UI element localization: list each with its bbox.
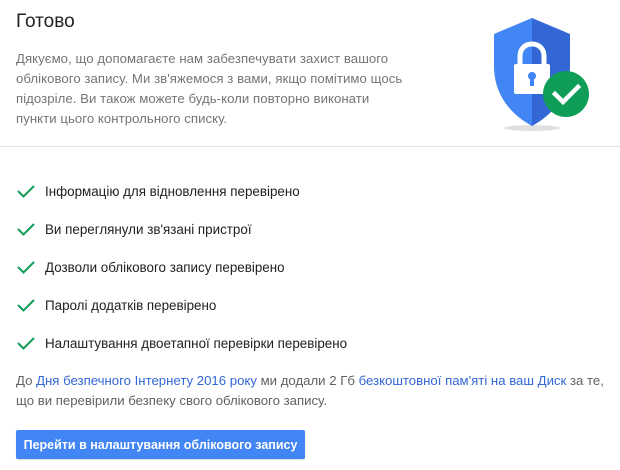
checklist-item-label: Паролі додатків перевірено [45,297,217,313]
check-icon [17,223,35,236]
list-item: Дозволи облікового запису перевірено [16,248,347,286]
security-checkup-complete-page: Готово Дякуємо, що допомагаєте нам забез… [0,0,620,470]
safer-internet-day-link[interactable]: Дня безпечного Інтернету 2016 року [36,373,257,388]
check-icon [17,337,35,350]
note-text: До [16,373,37,388]
list-item: Інформацію для відновлення перевірено [16,172,347,210]
checklist-item-label: Дозволи облікового запису перевірено [45,259,285,275]
check-icon [17,185,35,198]
list-item: Налаштування двоетапної перевірки переві… [16,324,347,362]
list-item: Паролі додатків перевірено [16,286,347,324]
check-icon [17,299,35,312]
header-section: Готово Дякуємо, що допомагаєте нам забез… [0,0,620,147]
page-title: Готово [16,11,75,32]
check-icon [17,261,35,274]
checkup-results-list: Інформацію для відновлення перевірено Ви… [16,172,347,362]
shield-lock-check-icon [494,18,589,131]
checklist-item-label: Ви переглянули зв'язані пристрої [45,221,252,237]
list-item: Ви переглянули зв'язані пристрої [16,210,347,248]
page-description: Дякуємо, що допомагаєте нам забезпечуват… [16,51,403,126]
checklist-item-label: Інформацію для відновлення перевірено [45,183,300,199]
note-text: ми додали 2 Гб [256,373,359,388]
free-drive-storage-link[interactable]: безкоштовної пам'яті на ваш Диск [359,373,567,388]
go-to-account-settings-button[interactable]: Перейти в налаштування облікового запису [16,430,305,459]
storage-bonus-note: До Дня безпечного Інтернету 2016 року ми… [16,371,606,411]
checklist-item-label: Налаштування двоетапної перевірки переві… [45,335,348,351]
